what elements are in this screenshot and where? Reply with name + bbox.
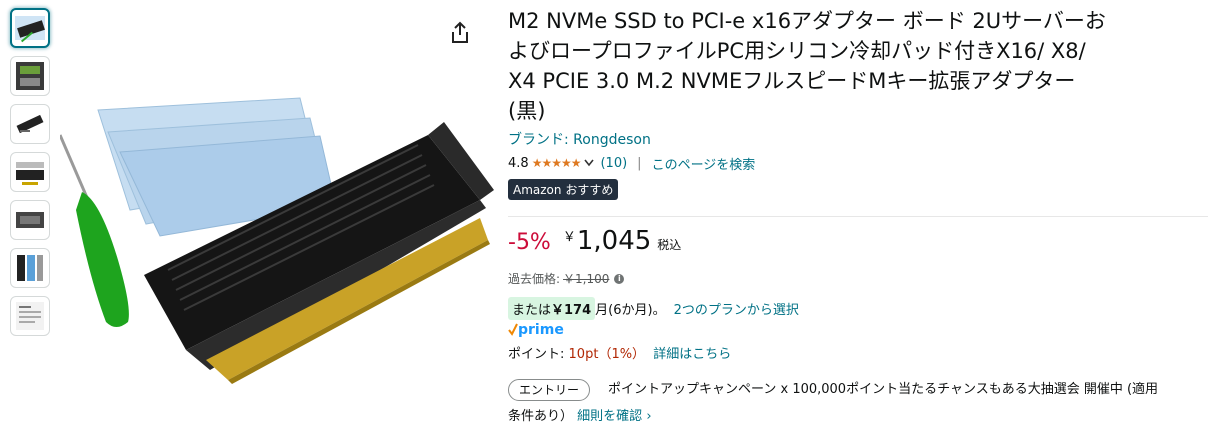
points-label: ポイント:: [508, 347, 565, 362]
list-price-value: ￥1,100: [563, 272, 610, 286]
search-page-link[interactable]: このページを検索: [652, 154, 756, 173]
thumbnail-2[interactable]: [10, 56, 50, 96]
product-title-line: M2 NVMe SSD to PCI-e x16アダプター ボード 2Uサーバー…: [508, 9, 1106, 33]
product-thumb-image: [16, 62, 44, 90]
share-icon[interactable]: [448, 20, 472, 46]
installment-badge: または￥174: [508, 297, 596, 320]
installment-amount: ￥174: [551, 303, 592, 318]
brand-link[interactable]: ブランド: Rongdeson: [508, 129, 651, 149]
price-row: -5% ￥ 1,045 税込: [508, 226, 681, 256]
points-detail-link[interactable]: 詳細はこちら: [653, 347, 731, 362]
product-details: M2 NVMe SSD to PCI-e x16アダプター ボード 2Uサーバー…: [508, 6, 1208, 200]
chevron-down-icon[interactable]: [584, 156, 595, 170]
thumbnail-6[interactable]: [10, 248, 50, 288]
installment-plans-link[interactable]: 2つのプランから選択: [674, 299, 799, 318]
points-value: 10pt: [568, 347, 599, 362]
rating-row: 4.8 ★★★★★ (10) | このページを検索: [508, 153, 1208, 173]
product-title-line: よびロープロファイルPC用シリコン冷却パッド付きX16/ X8/: [508, 39, 1086, 63]
info-icon[interactable]: i: [614, 273, 625, 284]
installment-term: 月(6か月)。: [595, 303, 666, 318]
campaign-section: エントリー ポイントアップキャンペーン x 100,000ポイント当たるチャンスも…: [508, 375, 1208, 429]
product-title-line: X4 PCIE 3.0 M.2 NVMEフルスピードMキー拡張アダプター: [508, 69, 1076, 93]
separator: |: [637, 155, 642, 171]
product-thumb-image: [16, 302, 44, 330]
installment-prefix: または: [512, 303, 552, 318]
campaign-detail-link[interactable]: 細則を確認 ›: [577, 409, 651, 424]
campaign-text-cont: 条件あり）: [508, 408, 574, 424]
product-thumb-image: [16, 212, 44, 228]
chevron-right-icon: ›: [646, 408, 652, 424]
thumbnail-7[interactable]: [10, 296, 50, 336]
thumbnail-3[interactable]: [10, 104, 50, 144]
section-divider: [508, 216, 1208, 217]
points-row: ポイント: 10pt（1%） 詳細はこちら: [508, 343, 731, 362]
thumbnail-list: [10, 8, 52, 344]
thumbnail-5[interactable]: [10, 200, 50, 240]
product-title-line: (黒): [508, 99, 546, 123]
badge-label: Amazon おすすめ: [513, 183, 614, 197]
entry-button[interactable]: エントリー: [508, 379, 591, 401]
review-count-link[interactable]: (10): [600, 156, 627, 171]
main-product-image[interactable]: [58, 60, 500, 420]
product-thumb-image: [17, 255, 43, 281]
campaign-text: ポイントアップキャンペーン x 100,000ポイント当たるチャンスもある大抽選…: [608, 382, 1159, 397]
product-thumb-image: [16, 162, 44, 185]
list-price-row: 過去価格: ￥1,100 i: [508, 270, 625, 287]
amazon-choice-badge: Amazon おすすめ: [508, 179, 619, 200]
campaign-detail-label: 細則を確認: [577, 408, 643, 424]
prime-label: prime: [518, 322, 564, 338]
prime-logo: prime: [508, 321, 568, 339]
thumbnail-4[interactable]: [10, 152, 50, 192]
thumbnail-1[interactable]: [10, 8, 50, 48]
tax-label: 税込: [657, 238, 682, 252]
product-title: M2 NVMe SSD to PCI-e x16アダプター ボード 2Uサーバー…: [508, 6, 1208, 126]
product-thumb-image: [16, 114, 44, 134]
rating-value: 4.8: [508, 155, 529, 171]
discount-percent: -5%: [508, 230, 551, 255]
installment-row: または￥174 月(6か月)。 2つのプランから選択: [508, 297, 799, 320]
star-rating-icon[interactable]: ★★★★★: [532, 156, 582, 170]
points-percent: （1%）: [598, 347, 646, 362]
product-thumb-image: [15, 16, 45, 43]
currency-symbol: ￥: [562, 230, 576, 245]
list-price-label: 過去価格:: [508, 272, 561, 286]
price-value: 1,045: [576, 226, 652, 256]
